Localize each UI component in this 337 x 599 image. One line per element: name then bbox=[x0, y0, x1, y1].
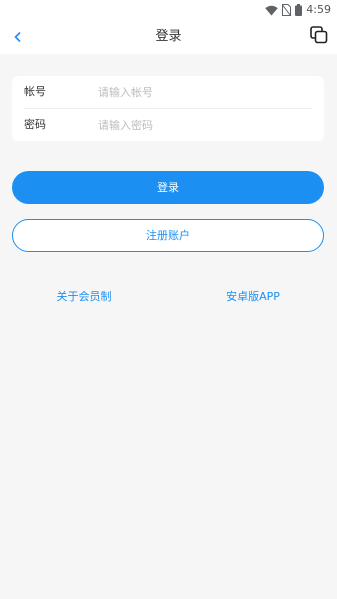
account-label: 帐号 bbox=[24, 85, 46, 98]
copy-window-button[interactable] bbox=[307, 25, 331, 49]
copy-window-icon bbox=[310, 26, 328, 48]
password-input[interactable] bbox=[96, 115, 310, 135]
back-button[interactable] bbox=[6, 25, 30, 49]
account-input[interactable] bbox=[96, 82, 310, 102]
chevron-left-icon bbox=[13, 28, 23, 47]
status-bar: 4:59 bbox=[0, 0, 337, 20]
password-label: 密码 bbox=[24, 118, 46, 131]
about-membership-link[interactable]: 关于会员制 bbox=[30, 288, 138, 306]
register-button[interactable]: 注册账户 bbox=[12, 219, 324, 252]
android-app-link[interactable]: 安卓版APP bbox=[199, 288, 307, 306]
nav-bar: 登录 bbox=[0, 20, 337, 54]
no-sim-icon bbox=[282, 1, 292, 20]
login-form: 帐号 密码 bbox=[12, 76, 324, 141]
password-row: 密码 bbox=[12, 109, 324, 141]
login-button[interactable]: 登录 bbox=[12, 171, 324, 204]
wifi-icon bbox=[265, 1, 278, 20]
page-title: 登录 bbox=[155, 29, 182, 44]
account-row: 帐号 bbox=[12, 76, 324, 108]
battery-icon bbox=[295, 1, 303, 20]
status-time: 4:59 bbox=[306, 3, 331, 16]
status-icons: 4:59 bbox=[265, 3, 331, 17]
